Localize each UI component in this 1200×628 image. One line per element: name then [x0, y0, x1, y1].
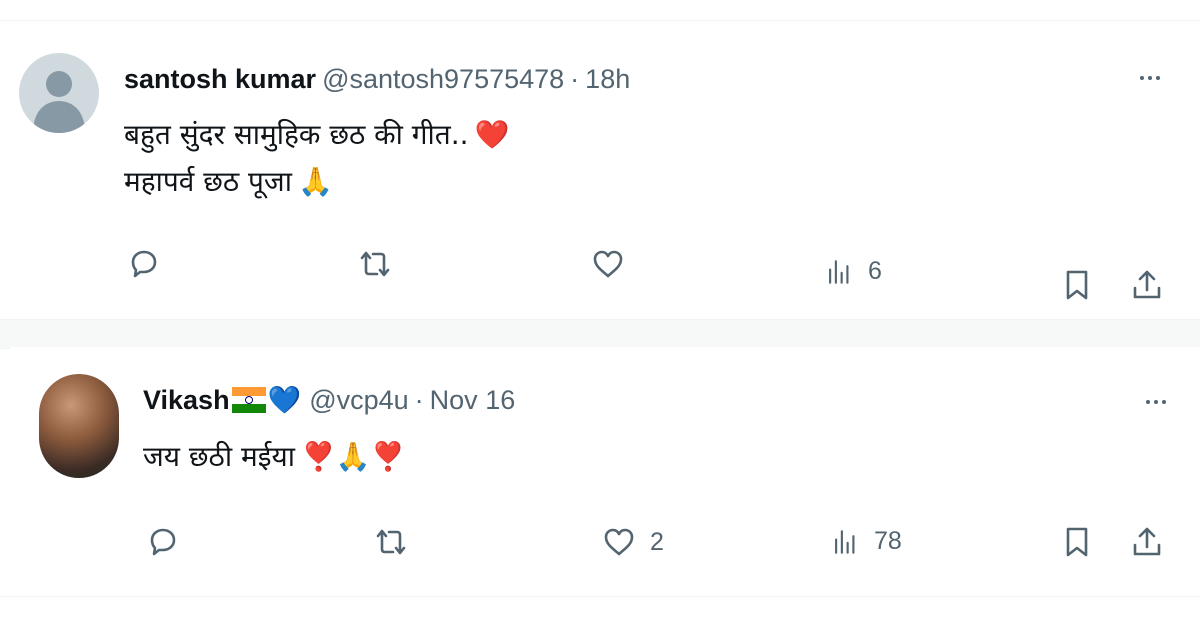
like-count: 2 [650, 527, 664, 556]
bookmark-icon [1066, 270, 1088, 300]
reply-icon [150, 528, 176, 556]
views-button[interactable]: 78 [832, 527, 902, 556]
views-button[interactable]: 6 [826, 257, 882, 286]
post-text: जय छठी मईया ❣️🙏❣️ [143, 433, 406, 480]
share-button[interactable] [1130, 268, 1164, 302]
post-time[interactable]: Nov 16 [430, 383, 516, 417]
repost-icon [360, 251, 390, 277]
author-name[interactable]: santosh kumar [124, 62, 316, 96]
post-text: बहुत सुंदर सामुहिक छठ की गीत.. ❤️ महापर्व… [124, 111, 509, 205]
more-icon[interactable] [1146, 400, 1166, 404]
reply-button[interactable] [127, 247, 175, 281]
heart-icon [593, 250, 623, 278]
bookmark-button[interactable] [1060, 525, 1094, 559]
like-button[interactable]: 2 [602, 525, 664, 559]
views-count: 78 [874, 527, 902, 555]
post-header: santosh kumar @santosh97575478 · 18h [124, 62, 630, 96]
post-text-line: महापर्व छठ पूजा 🙏 [124, 158, 509, 205]
views-icon [829, 259, 849, 284]
folded-hands-emoji: 🙏 [297, 165, 333, 198]
share-button[interactable] [1130, 525, 1164, 559]
reply-button[interactable] [146, 525, 194, 559]
author-name[interactable]: Vikash [143, 383, 230, 417]
avatar[interactable] [39, 374, 119, 478]
post-time[interactable]: 18h [585, 62, 630, 96]
post-text-line: जय छठी मईया ❣️🙏❣️ [143, 433, 406, 480]
repost-button[interactable] [374, 525, 422, 559]
bookmark-button[interactable] [1060, 268, 1094, 302]
bookmark-icon [1066, 527, 1088, 557]
repost-button[interactable] [358, 247, 406, 281]
post-text-line-content: जय छठी मईया [143, 440, 295, 473]
separator-dot: · [570, 64, 580, 94]
share-icon [1133, 527, 1161, 556]
blue-heart-emoji: 💙 [267, 385, 302, 415]
heart-exclamation-emoji: ❣️🙏❣️ [300, 440, 406, 473]
reply-icon [131, 250, 157, 278]
post-item[interactable]: Vikash 💙 @vcp4u · Nov 16 जय छठी मईया ❣️🙏… [10, 347, 1200, 597]
views-icon [835, 529, 855, 554]
author-handle[interactable]: @santosh97575478 [322, 62, 564, 96]
post-text-line-content: महापर्व छठ पूजा [124, 165, 292, 198]
author-handle[interactable]: @vcp4u [309, 383, 408, 417]
default-avatar-icon [33, 71, 85, 133]
heart-emoji: ❤️ [474, 118, 510, 151]
post-text-line: बहुत सुंदर सामुहिक छठ की गीत.. ❤️ [124, 111, 509, 158]
like-button[interactable] [591, 247, 639, 281]
heart-icon [604, 528, 634, 556]
bottom-divider [0, 596, 1200, 597]
post-text-line-content: बहुत सुंदर सामुहिक छठ की गीत.. [124, 118, 469, 151]
views-count: 6 [868, 257, 882, 285]
avatar[interactable] [19, 53, 99, 133]
post-item[interactable]: santosh kumar @santosh97575478 · 18h बहु… [0, 21, 1200, 319]
separator-dot: · [414, 385, 424, 415]
india-flag-icon [231, 387, 266, 413]
post-separator [0, 319, 1200, 349]
post-header: Vikash 💙 @vcp4u · Nov 16 [143, 383, 515, 417]
more-icon[interactable] [1140, 76, 1160, 80]
repost-icon [376, 529, 406, 555]
share-icon [1133, 270, 1161, 299]
